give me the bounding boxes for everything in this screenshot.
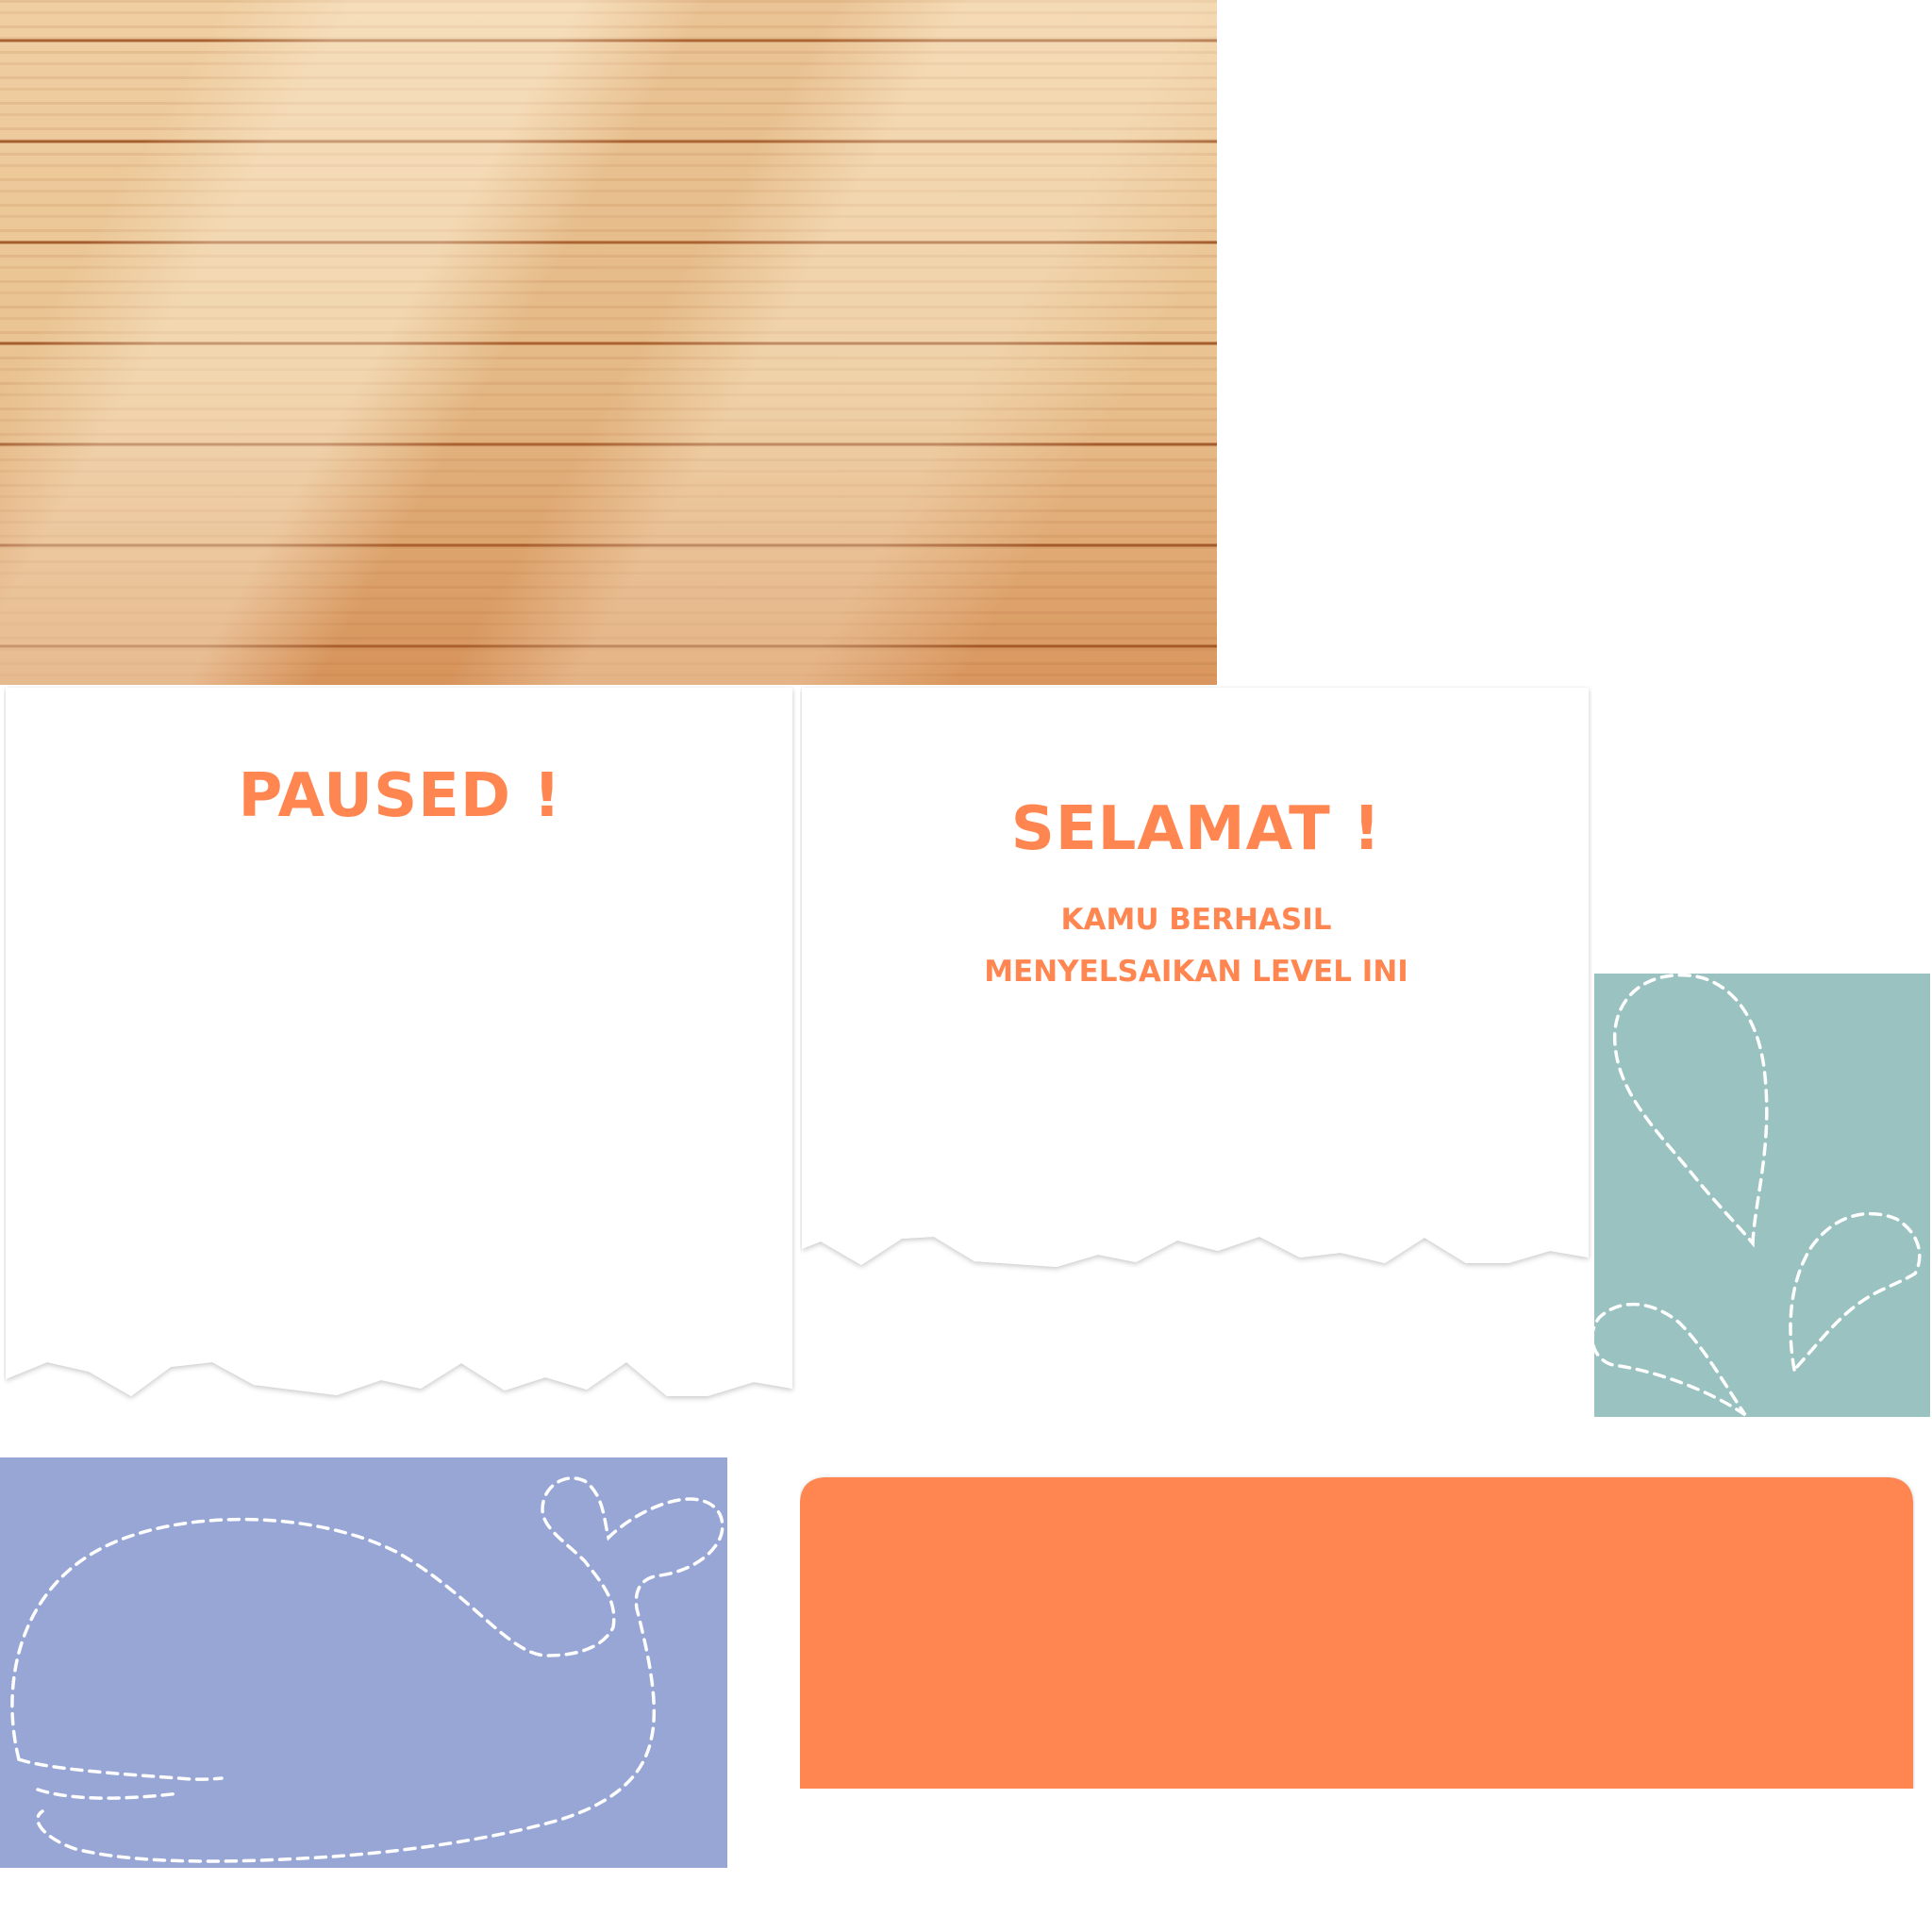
dashed-droplet-splash-icon <box>1594 974 1922 1417</box>
paused-panel: PAUSED ! <box>4 686 796 1412</box>
light-streaks <box>0 0 1217 685</box>
level-complete-panel: SELAMAT ! KAMU BERHASIL MENYELSAIKAN LEV… <box>800 686 1592 1275</box>
blue-decor-tile <box>0 1457 727 1868</box>
dashed-whale-icon <box>10 1476 724 1863</box>
teal-decor-tile <box>1594 974 1930 1417</box>
wood-background <box>0 0 1217 685</box>
orange-button-plate[interactable] <box>800 1458 1915 1789</box>
paused-title: PAUSED ! <box>238 761 562 831</box>
level-complete-message-line-1: KAMU BERHASIL <box>1060 903 1332 937</box>
level-complete-title: SELAMAT ! <box>1010 794 1382 864</box>
level-complete-message-line-2: MENYELSAIKAN LEVEL INI <box>984 955 1408 989</box>
orange-plate-shape <box>800 1477 1913 1789</box>
